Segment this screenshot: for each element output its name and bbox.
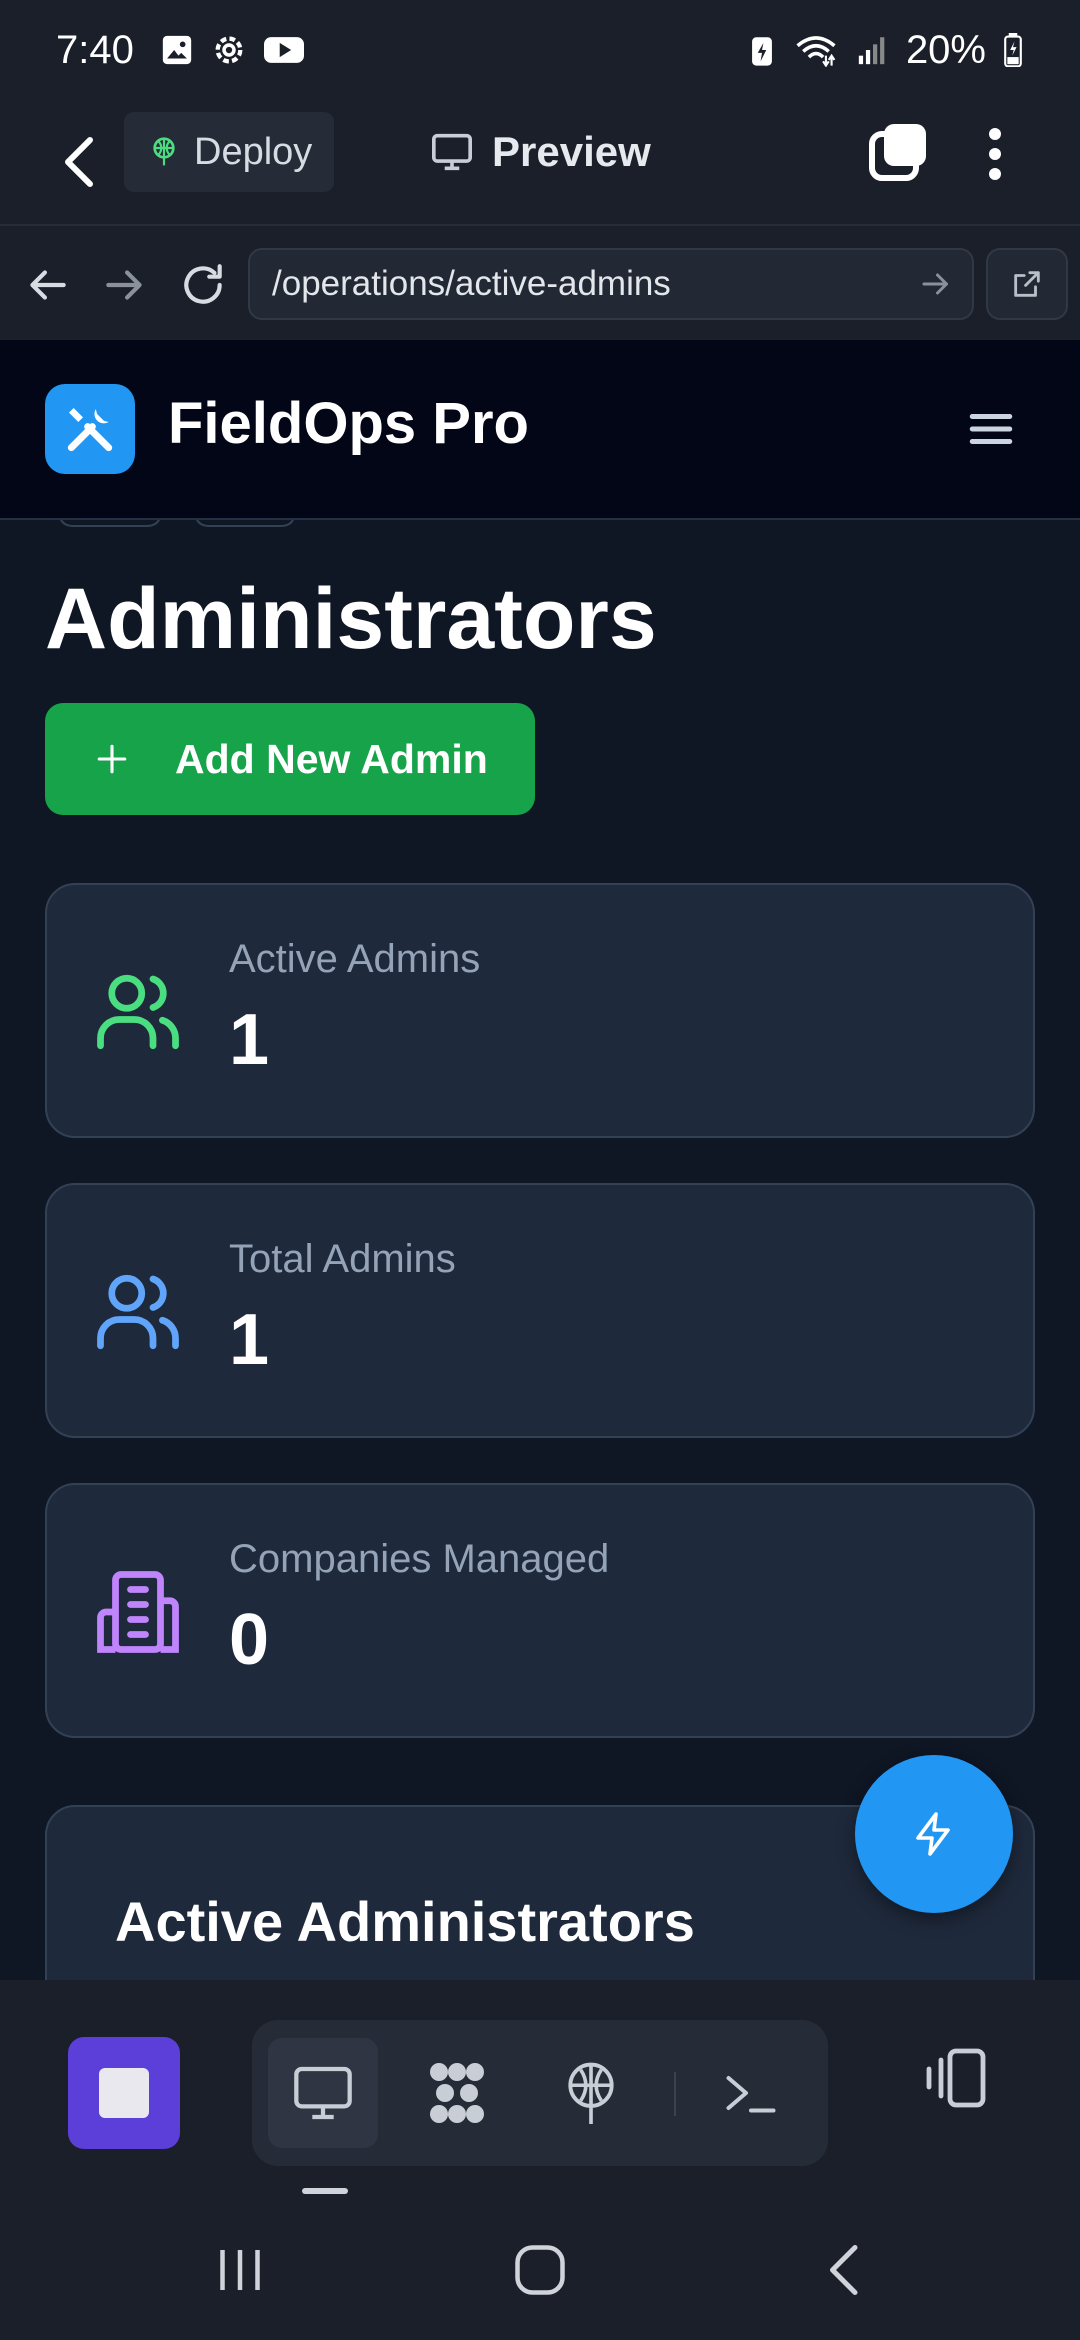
nav-back-icon[interactable] bbox=[22, 260, 72, 310]
agent-view-button[interactable] bbox=[402, 2038, 512, 2148]
url-bar: /operations/active-admins bbox=[0, 224, 1080, 340]
open-external-button[interactable] bbox=[986, 248, 1068, 320]
battery-icon bbox=[1004, 33, 1022, 67]
url-input[interactable]: /operations/active-admins bbox=[248, 248, 974, 320]
stat-value: 1 bbox=[229, 1000, 270, 1080]
section-title: Active Administrators bbox=[115, 1890, 695, 1953]
signal-icon bbox=[858, 37, 885, 65]
status-time: 7:40 bbox=[56, 27, 134, 72]
stat-value: 1 bbox=[229, 1300, 270, 1380]
deploy-label: Deploy bbox=[194, 130, 313, 173]
add-new-admin-button[interactable]: Add New Admin bbox=[45, 703, 535, 815]
quick-action-fab[interactable] bbox=[855, 1755, 1013, 1913]
preview-label: Preview bbox=[492, 128, 651, 175]
hamburger-menu-icon[interactable] bbox=[966, 404, 1016, 454]
status-bar: 7:40 20% bbox=[0, 0, 1080, 100]
bottom-toolbar bbox=[0, 1980, 1080, 2200]
monitor-icon bbox=[294, 2066, 352, 2120]
device-layout-icon[interactable] bbox=[920, 2042, 992, 2114]
battery-percent: 20% bbox=[905, 27, 986, 72]
stat-card-active-admins: Active Admins 1 bbox=[45, 883, 1035, 1138]
agent-icon bbox=[430, 2063, 484, 2123]
battery-saver-icon bbox=[752, 37, 772, 66]
youtube-icon bbox=[263, 37, 304, 63]
toolbar-divider bbox=[674, 2072, 676, 2116]
users-icon bbox=[97, 1274, 179, 1350]
preview-view-button[interactable] bbox=[268, 2038, 378, 2148]
deploy-icon bbox=[568, 2062, 614, 2124]
preview-tab[interactable]: Preview bbox=[430, 112, 651, 192]
view-switcher bbox=[252, 2020, 828, 2166]
app-logo[interactable] bbox=[45, 384, 135, 474]
scrolled-tabs-remnant bbox=[60, 520, 294, 527]
tabs-icon[interactable] bbox=[868, 122, 928, 182]
back-chevron-icon[interactable] bbox=[56, 132, 104, 192]
gallery-icon bbox=[162, 35, 192, 65]
stat-label: Companies Managed bbox=[229, 1537, 610, 1581]
external-link-icon bbox=[1014, 271, 1040, 297]
system-back-icon[interactable] bbox=[815, 2240, 875, 2300]
add-button-label: Add New Admin bbox=[175, 735, 488, 782]
web-app-header: FieldOps Pro bbox=[0, 340, 1080, 520]
settings-icon bbox=[215, 36, 243, 64]
active-tab-indicator bbox=[302, 2188, 348, 2194]
go-arrow-icon[interactable] bbox=[918, 266, 954, 302]
lightning-icon bbox=[916, 1812, 950, 1856]
brand-name: FieldOps Pro bbox=[168, 391, 529, 456]
wifi-icon bbox=[796, 36, 836, 67]
tools-icon bbox=[67, 408, 113, 452]
stat-card-total-admins: Total Admins 1 bbox=[45, 1183, 1035, 1438]
monitor-icon bbox=[432, 133, 472, 171]
plus-icon bbox=[97, 744, 127, 774]
home-icon[interactable] bbox=[510, 2240, 570, 2300]
deploy-view-button[interactable] bbox=[536, 2038, 646, 2148]
app-bar: Deploy Preview bbox=[0, 100, 1080, 224]
console-view-button[interactable] bbox=[696, 2038, 806, 2148]
building-icon bbox=[97, 1571, 179, 1653]
nav-forward-icon[interactable] bbox=[100, 260, 150, 310]
deploy-button[interactable]: Deploy bbox=[124, 112, 334, 192]
deploy-icon bbox=[153, 137, 175, 166]
stop-button[interactable] bbox=[68, 2037, 180, 2149]
reload-icon[interactable] bbox=[178, 260, 228, 310]
stat-card-companies-managed: Companies Managed 0 bbox=[45, 1483, 1035, 1738]
url-text: /operations/active-admins bbox=[272, 264, 671, 303]
page-title: Administrators bbox=[45, 571, 657, 667]
terminal-icon bbox=[726, 2076, 776, 2113]
system-navigation-bar bbox=[0, 2200, 1080, 2340]
stop-icon bbox=[99, 2068, 149, 2118]
users-icon bbox=[97, 974, 179, 1050]
stat-label: Active Admins bbox=[229, 937, 481, 981]
stat-value: 0 bbox=[229, 1600, 270, 1680]
stat-label: Total Admins bbox=[229, 1237, 456, 1281]
more-options-icon[interactable] bbox=[980, 124, 1010, 184]
recent-apps-icon[interactable] bbox=[210, 2240, 270, 2300]
